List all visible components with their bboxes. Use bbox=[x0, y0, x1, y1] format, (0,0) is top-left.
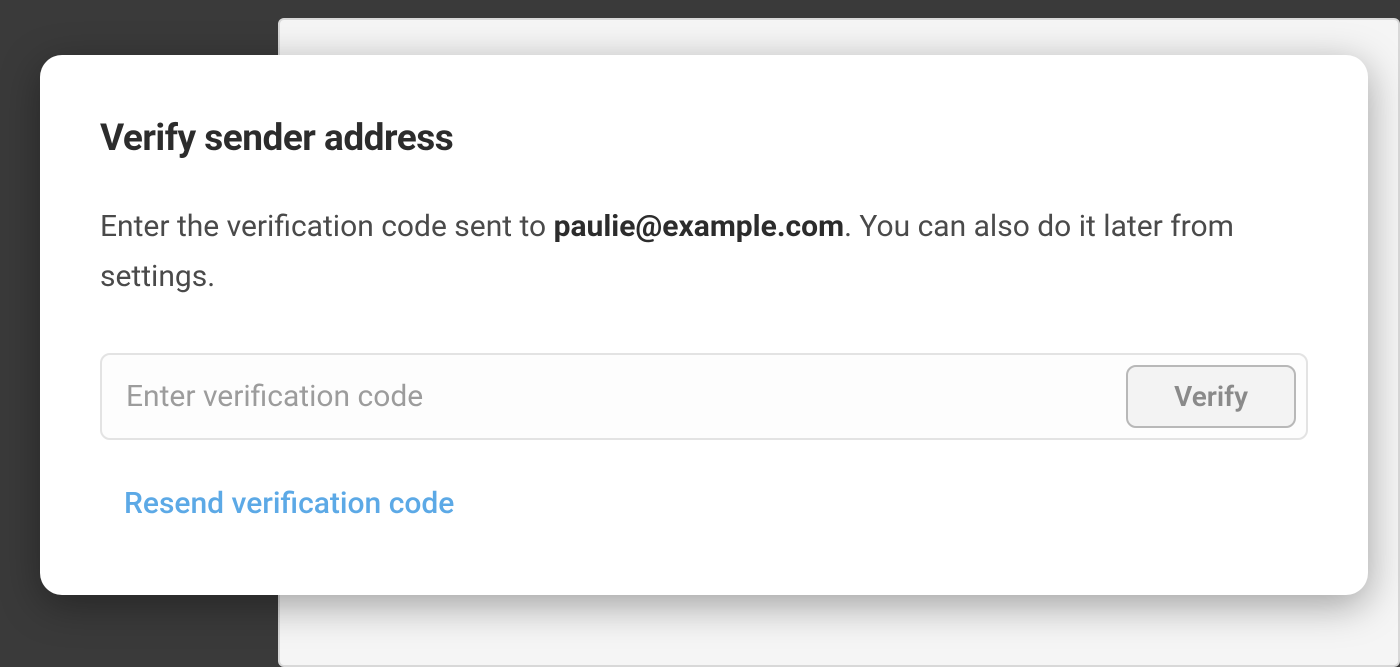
modal-title: Verify sender address bbox=[100, 117, 1308, 160]
verification-code-input[interactable] bbox=[102, 365, 1126, 428]
description-prefix: Enter the verification code sent to bbox=[100, 209, 554, 244]
verify-sender-modal: Verify sender address Enter the verifica… bbox=[40, 55, 1368, 595]
verification-code-row: Verify bbox=[100, 353, 1308, 440]
resend-verification-link[interactable]: Resend verification code bbox=[124, 486, 454, 521]
description-email: paulie@example.com bbox=[554, 209, 844, 244]
modal-description: Enter the verification code sent to paul… bbox=[100, 202, 1308, 301]
verify-button[interactable]: Verify bbox=[1126, 365, 1296, 428]
